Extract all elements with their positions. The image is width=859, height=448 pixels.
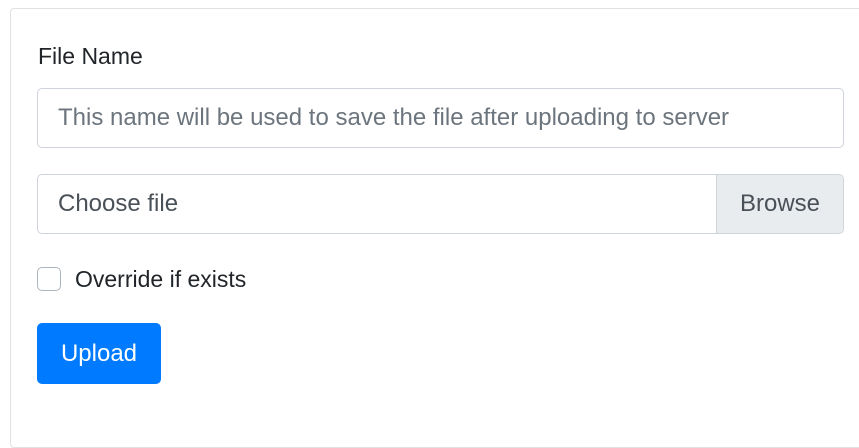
file-picker[interactable]: Choose file Browse [37, 174, 844, 234]
browse-button[interactable]: Browse [716, 175, 843, 233]
override-checkbox[interactable] [37, 267, 61, 291]
file-picker-text: Choose file [58, 190, 179, 217]
upload-button[interactable]: Upload [37, 323, 161, 384]
file-name-input[interactable] [37, 88, 844, 148]
override-label: Override if exists [75, 266, 247, 292]
override-option[interactable]: Override if exists [37, 264, 246, 294]
file-name-label: File Name [38, 43, 143, 69]
